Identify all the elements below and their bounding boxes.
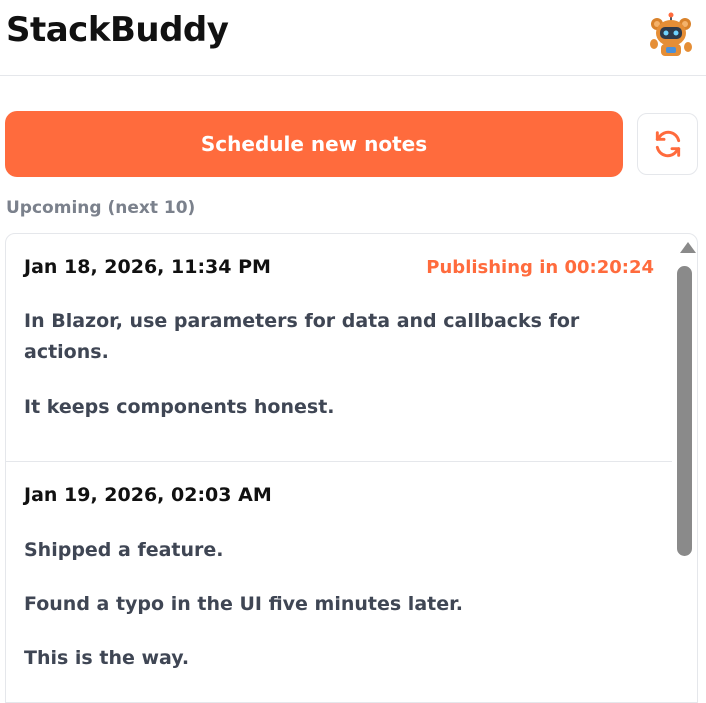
publishing-countdown: Publishing in 00:20:24 <box>426 257 654 278</box>
refresh-icon <box>655 130 680 158</box>
note-item[interactable]: Jan 19, 2026, 02:03 AM Shipped a feature… <box>6 462 672 702</box>
note-date: Jan 19, 2026, 02:03 AM <box>24 484 272 506</box>
note-text-line: Found a typo in the UI five minutes late… <box>24 593 463 615</box>
scroll-up-arrow-icon[interactable] <box>680 242 696 253</box>
app-header: StackBuddy <box>0 0 706 76</box>
note-text-line: In Blazor, use parameters for data and c… <box>24 310 580 363</box>
note-date: Jan 18, 2026, 11:34 PM <box>24 256 271 278</box>
schedule-new-notes-button[interactable]: Schedule new notes <box>5 111 623 177</box>
note-text-line: This is the way. <box>24 647 190 669</box>
upcoming-notes-list[interactable]: Jan 18, 2026, 11:34 PM Publishing in 00:… <box>5 233 698 703</box>
note-text-line: It keeps components honest. <box>24 396 335 418</box>
note-text-line: Shipped a feature. <box>24 539 224 561</box>
upcoming-section-label: Upcoming (next 10) <box>6 198 196 218</box>
refresh-button[interactable] <box>637 113 698 175</box>
robot-bear-mascot-icon[interactable] <box>648 12 694 58</box>
app-title: StackBuddy <box>6 10 229 50</box>
scrollbar[interactable] <box>676 234 697 702</box>
scrollbar-thumb[interactable] <box>677 266 692 556</box>
note-item[interactable]: Jan 18, 2026, 11:34 PM Publishing in 00:… <box>6 234 672 462</box>
